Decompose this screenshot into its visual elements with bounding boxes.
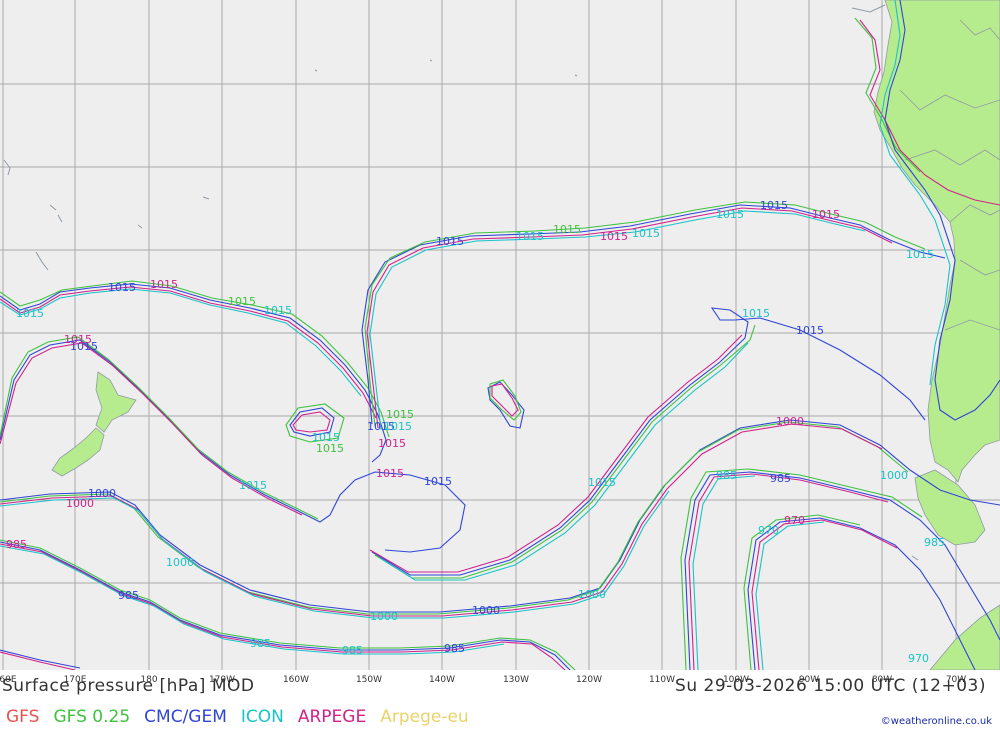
contour-label: 1000 (472, 604, 500, 617)
contour-label: 1000 (166, 556, 194, 569)
contour-label: 1015 (716, 208, 744, 221)
contour-label: 1000 (776, 415, 804, 428)
x-tick-label: 110W (648, 675, 676, 685)
contour-label: 1015 (228, 295, 256, 308)
contour-label: 1015 (239, 479, 267, 492)
map-panel[interactable]: 1015 1015 1015 1015 1015 1015 1015 1015 … (0, 0, 1000, 670)
contour-label: 1015 (906, 248, 934, 261)
contour-label: 985 (250, 637, 271, 650)
contour-label: 1015 (424, 475, 452, 488)
contour-label: 1000 (578, 588, 606, 601)
x-tick-label: 130W (502, 675, 530, 685)
contour-label: 1015 (312, 431, 340, 444)
contour-label: 1015 (796, 324, 824, 337)
contour-label: 1015 (588, 476, 616, 489)
x-tick-label: 140W (428, 675, 456, 685)
x-tick-label: 150W (355, 675, 383, 685)
contour-label: 1015 (760, 199, 788, 212)
contour-label: 1015 (150, 278, 178, 291)
x-tick-label: 120W (575, 675, 603, 685)
contour-label: 1015 (553, 223, 581, 236)
legend-item-gfs-025[interactable]: GFS 0.25 (53, 707, 130, 727)
contour-label: 985 (444, 642, 465, 655)
pressure-map[interactable]: 1015 1015 1015 1015 1015 1015 1015 1015 … (0, 0, 1000, 670)
contour-label: 1015 (742, 307, 770, 320)
contour-label: 1000 (880, 469, 908, 482)
contour-label: 1015 (64, 333, 92, 346)
contour-label: 1015 (436, 235, 464, 248)
contour-label: 1015 (386, 408, 414, 421)
contour-label: 985 (342, 644, 363, 657)
contour-label: 970 (784, 514, 805, 527)
legend-item-icon[interactable]: ICON (241, 707, 284, 727)
contour-label: 1015 (516, 230, 544, 243)
contour-label: 985 (924, 536, 945, 549)
contour-label: 1015 (812, 208, 840, 221)
contour-label: 985 (716, 469, 737, 482)
legend-item-gfs[interactable]: GFS (6, 707, 39, 727)
contour-label: 1015 (632, 227, 660, 240)
contour-label: 1015 (600, 230, 628, 243)
contour-label: 1000 (370, 610, 398, 623)
legend-item-arpege-eu[interactable]: Arpege-eu (380, 707, 469, 727)
contour-label: 985 (770, 472, 791, 485)
contour-label: 1015 (264, 304, 292, 317)
forecast-datetime: Su 29-03-2026 15:00 UTC (12+03) (675, 676, 986, 696)
credit-link[interactable]: ©weatheronline.co.uk (881, 716, 992, 727)
x-tick-label: 160W (282, 675, 310, 685)
model-legend: GFS GFS 0.25 CMC/GEM ICON ARPEGE Arpege-… (6, 707, 469, 727)
contour-label: 1015 (378, 437, 406, 450)
contour-label: 970 (758, 524, 779, 537)
contour-label: 1015 (108, 281, 136, 294)
contour-label: 1015 (16, 307, 44, 320)
contour-label: 985 (118, 589, 139, 602)
contour-label: 970 (908, 652, 929, 665)
contour-label: 985 (6, 538, 27, 551)
contour-label: 1000 (66, 497, 94, 510)
map-title: Surface pressure [hPa] MOD (2, 676, 255, 696)
legend-item-arpege[interactable]: ARPEGE (298, 707, 366, 727)
contour-label: 1015 (376, 467, 404, 480)
contour-label: 1015 (384, 420, 412, 433)
legend-item-cmc-gem[interactable]: CMC/GEM (144, 707, 227, 727)
